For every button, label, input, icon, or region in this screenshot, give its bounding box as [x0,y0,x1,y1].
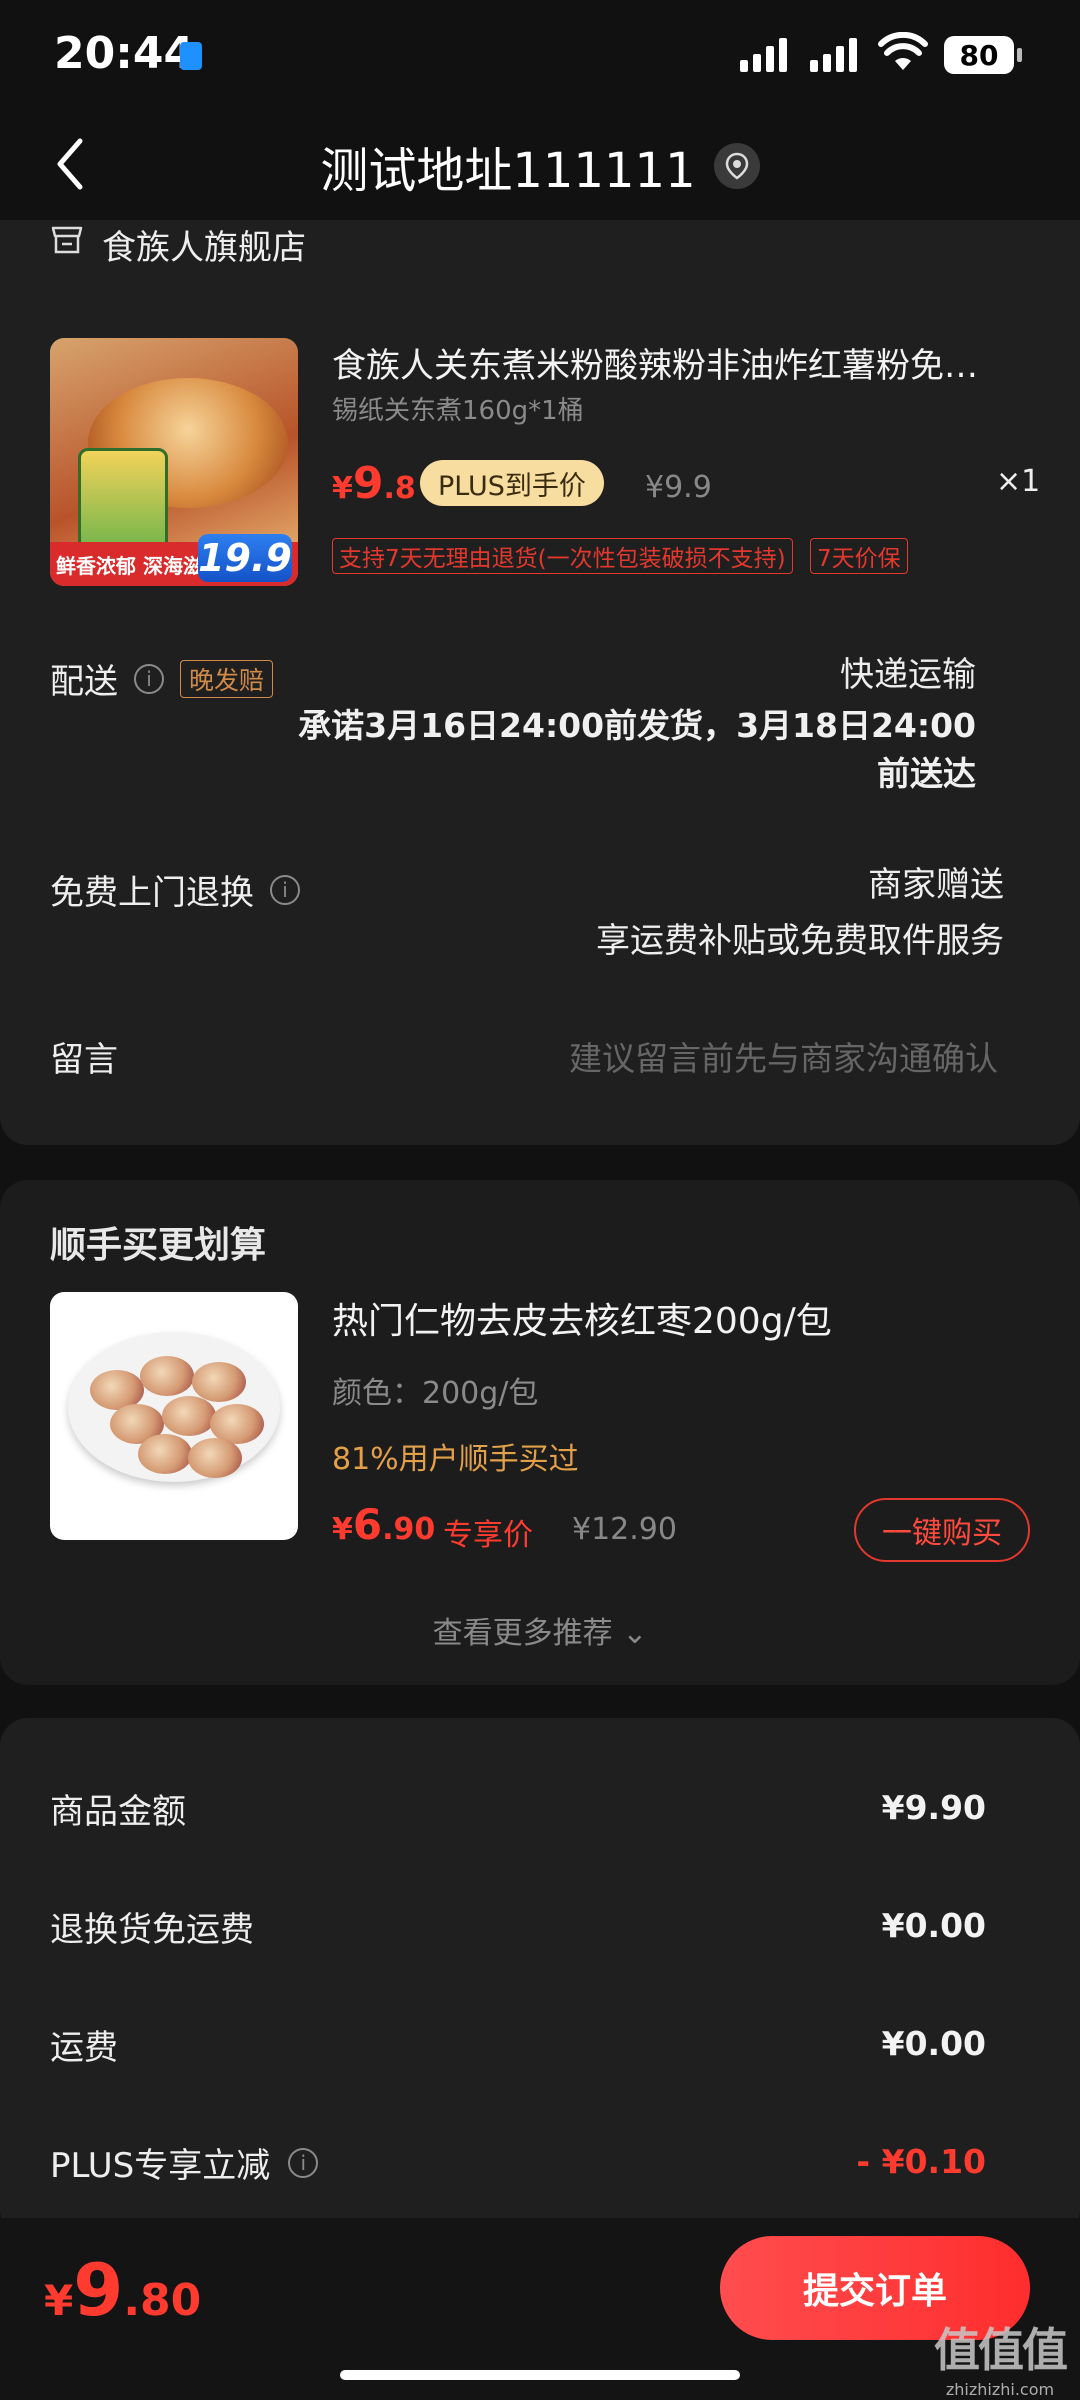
address-text: 测试地址111111 [320,143,696,199]
product-image[interactable]: 鲜香浓郁 深海滋味 19.9 [50,338,298,586]
recommend-original-price: ¥12.90 [572,1512,677,1547]
summary-shipping-value: ¥0.00 [881,2024,986,2063]
delivery-promise: 承诺3月16日24:00前发货，3月18日24:00前送达 [298,706,976,793]
return-policy-tag: 支持7天无理由退货(一次性包装破损不支持) [332,538,793,574]
delivery-method: 快递运输 [840,655,976,695]
free-return-label: 免费上门退换 [50,873,254,913]
wifi-icon [878,31,928,76]
bottom-bar: ¥9.80 提交订单 值值值 zhizhizhi.com [0,2218,1080,2400]
summary-plus-value: - ¥0.10 [856,2142,986,2181]
one-click-buy-button[interactable]: 一键购买 [854,1498,1030,1562]
address-title[interactable]: 测试地址111111 [0,131,1080,201]
info-icon[interactable]: i [288,2147,319,2178]
cellular-signal-2-icon [810,38,857,72]
cellular-signal-icon [740,38,787,72]
notification-icon [180,42,202,70]
free-return-line2: 享运费补贴或免费取件服务 [596,921,1004,961]
message-input[interactable]: 建议留言前先与商家沟通确认 [569,1032,998,1080]
summary-shipping-label: 运费 [50,2028,118,2068]
plus-price-badge: PLUS到手价 [420,460,604,506]
status-time: 20:44 [54,28,195,79]
info-icon[interactable]: i [270,874,300,905]
battery-icon: 80 [944,36,1022,74]
late-compensation-badge: 晚发赔 [180,659,274,698]
free-return-value: 商家赠送 享运费补贴或免费取件服务 [596,860,1004,966]
store-row[interactable]: 食族人旗舰店 [50,220,306,269]
summary-goods-value: ¥9.90 [881,1788,986,1827]
product-title[interactable]: 食族人关东煮米粉酸辣粉非油炸红薯粉免… [332,338,1032,387]
info-icon[interactable]: i [134,663,164,694]
free-return-row[interactable]: 免费上门退换 i [50,865,300,914]
summary-return-label: 退换货免运费 [50,1910,254,1950]
order-card: 食族人旗舰店 鲜香浓郁 深海滋味 19.9 食族人关东煮米粉酸辣粉非油炸红薯粉免… [0,220,1080,1145]
header: 测试地址111111 [0,115,1080,220]
store-name: 食族人旗舰店 [102,228,306,268]
recommend-product-image[interactable] [50,1292,298,1540]
battery-level: 80 [959,38,999,72]
recommend-product-name[interactable]: 热门仁物去皮去核红枣200g/包 [332,1292,832,1344]
recommend-card: 顺手买更划算 热门仁物去皮去核红枣200g/包 颜色：200g/包 81%用户顺… [0,1180,1080,1685]
product-image-price: 19.9 [198,534,292,582]
product-price: ¥9.8 [332,458,416,509]
price-protect-tag: 7天价保 [810,538,908,574]
total-price: ¥9.80 [44,2248,202,2332]
store-icon [50,224,84,265]
summary-goods-label: 商品金额 [50,1792,186,1832]
message-label: 留言 [50,1040,118,1080]
exclusive-price-label: 专享价 [443,1518,533,1553]
recommend-bought-rate: 81%用户顺手买过 [332,1442,579,1477]
location-icon[interactable] [713,143,760,189]
see-more-recommendations[interactable]: 查看更多推荐 ⌄ [0,1608,1080,1652]
delivery-row[interactable]: 配送 i 晚发赔 [50,654,274,703]
recommend-title: 顺手买更划算 [50,1225,267,1266]
product-original-price: ¥9.9 [645,470,712,505]
recommend-product-spec: 颜色：200g/包 [332,1376,539,1411]
delivery-label: 配送 [50,662,118,702]
status-bar: 20:44 80 [0,0,1080,115]
summary-plus-label: PLUS专享立减 [50,2146,271,2186]
summary-plus-row[interactable]: PLUS专享立减 i [50,2138,319,2187]
free-return-line1: 商家赠送 [868,865,1004,905]
watermark-logo: 值值值 zhizhizhi.com [934,2323,1068,2399]
recommend-price: ¥6.90 [332,1500,436,1549]
product-quantity: ×1 [996,464,1041,499]
home-indicator[interactable] [340,2370,740,2380]
summary-return-value: ¥0.00 [881,1906,986,1945]
product-spec: 锡纸关东煮160g*1桶 [332,396,584,426]
price-summary-card: 商品金额 ¥9.90 退换货免运费 ¥0.00 运费 ¥0.00 PLUS专享立… [0,1718,1080,2238]
